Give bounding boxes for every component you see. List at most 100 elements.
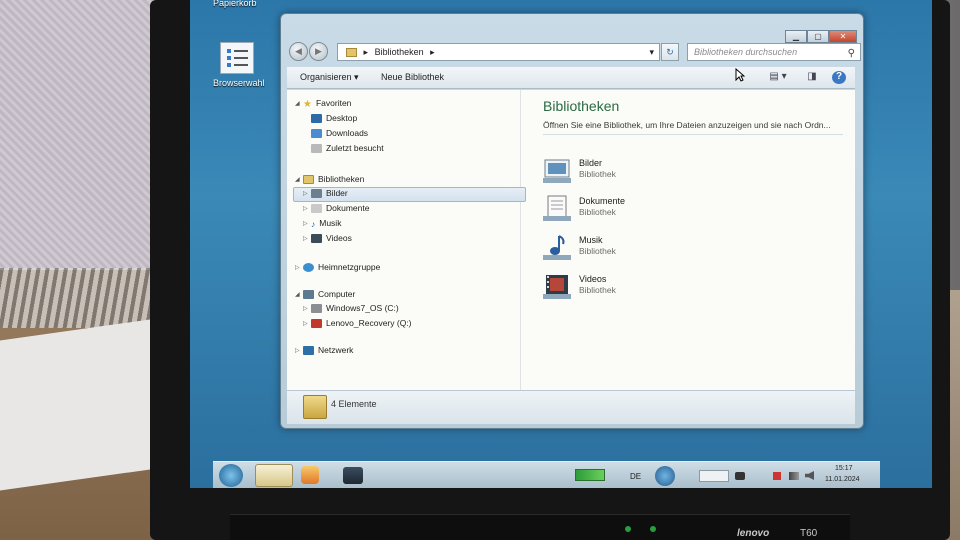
explorer-window: ▁ ▢ ✕ ◀ ▶ ▸ Bibliotheken ▸ ▾ ↻ Bibliothe… [280,13,864,429]
nav-videos-label: Videos [326,233,352,243]
nav-pictures[interactable]: Bilder [311,188,348,199]
collapse-arrow-icon[interactable]: ▷ [295,264,300,271]
library-folder-icon [346,48,357,58]
nav-drive-q[interactable]: Lenovo_Recovery (Q:) [311,318,412,329]
nav-drive-c[interactable]: Windows7_OS (C:) [311,303,399,314]
help-icon[interactable]: ? [832,71,846,84]
taskbar-media-player-button[interactable] [301,466,319,484]
item-count: 4 Elemente [331,399,377,409]
back-button[interactable]: ◀ [289,42,308,61]
refresh-button[interactable]: ↻ [661,43,679,61]
battery-meter-icon[interactable] [575,469,605,481]
library-item-music[interactable]: Musik Bibliothek [541,233,761,267]
nav-desktop[interactable]: Desktop [311,113,358,124]
nav-music[interactable]: ♪ Musik [311,218,342,230]
nav-videos[interactable]: Videos [311,233,352,244]
divider [543,134,843,135]
nav-desktop-label: Desktop [326,113,358,123]
nav-network[interactable]: Netzwerk [303,345,353,356]
nav-music-label: Musik [319,218,342,228]
library-item-videos[interactable]: Videos Bibliothek [541,272,761,306]
libraries-icon [303,175,314,185]
details-pane: 4 Elemente [287,390,855,424]
address-path[interactable]: Bibliotheken [375,47,424,57]
library-name: Bilder [579,158,603,168]
preview-pane-icon[interactable]: ◨ [805,71,819,84]
nav-downloads[interactable]: Downloads [311,128,369,139]
nav-computer[interactable]: Computer [303,289,356,300]
status-led [650,526,656,532]
music-note-icon: ♪ [311,219,316,230]
library-name: Videos [579,274,607,284]
tray-toggle-icon[interactable] [735,472,745,480]
collapse-arrow-icon[interactable]: ▷ [303,320,308,327]
expand-arrow-icon[interactable]: ◢ [295,176,300,183]
expand-arrow-icon[interactable]: ◢ [295,291,300,298]
network-globe-icon[interactable] [655,466,675,486]
nav-recent[interactable]: Zuletzt besucht [311,143,384,154]
nav-recent-label: Zuletzt besucht [326,143,384,153]
nav-favorites[interactable]: ★ Favoriten [303,98,352,111]
library-name: Musik [579,235,603,245]
nav-downloads-label: Downloads [326,128,369,138]
documents-icon [311,204,322,214]
library-item-documents[interactable]: Dokumente Bibliothek [541,194,761,228]
collapse-arrow-icon[interactable]: ▷ [295,347,300,354]
command-bar: Organisieren ▾ Neue Bibliothek ▤ ▾ ◨ ? [287,67,855,89]
address-path-arrow[interactable]: ▸ [430,47,435,57]
organize-button[interactable]: Organisieren ▾ [300,72,359,83]
search-icon[interactable]: ⚲ [848,46,855,62]
nav-homegroup[interactable]: Heimnetzgruppe [303,262,380,273]
collapse-arrow-icon[interactable]: ▷ [303,220,308,227]
brand-logo: lenovo [737,528,770,539]
library-pane: Bibliotheken Öffnen Sie eine Bibliothek,… [523,90,855,390]
volume-icon[interactable] [805,471,814,480]
clock-date[interactable]: 11.01.2024 [825,476,860,483]
search-placeholder: Bibliotheken durchsuchen [694,47,798,57]
content-area: ◢ ★ Favoriten Desktop Downloads Zuletzt b… [287,90,855,390]
paper-sheet [0,319,150,491]
model-label: T60 [800,528,818,539]
status-led [625,526,631,532]
browser-choice-label[interactable]: Browserwahl [213,78,265,88]
language-indicator[interactable]: DE [630,472,641,481]
tray-flag-icon[interactable] [773,472,781,480]
collapse-arrow-icon[interactable]: ▷ [303,305,308,312]
navigation-row: ◀ ▶ ▸ Bibliotheken ▸ ▾ ↻ Bibliotheken du… [287,42,861,64]
view-options-icon[interactable]: ▤ ▾ [765,71,791,84]
pictures-library-icon [543,159,571,183]
nav-drive-q-label: Lenovo_Recovery (Q:) [326,318,412,328]
taskbar-app-button[interactable] [343,467,363,484]
address-bar[interactable]: ▸ Bibliotheken ▸ ▾ [337,43,660,61]
forward-button[interactable]: ▶ [309,42,328,61]
mouse-cursor-icon [735,68,745,82]
clock-time[interactable]: 15:17 [835,465,853,472]
nav-documents[interactable]: Dokumente [311,203,370,214]
library-item-pictures[interactable]: Bilder Bibliothek [541,156,761,190]
tray-signal-icon[interactable] [789,472,799,480]
nav-computer-label: Computer [318,289,356,299]
expand-arrow-icon[interactable]: ◢ [295,100,300,107]
collapse-arrow-icon[interactable]: ▷ [303,235,308,242]
nav-pictures-label: Bilder [326,188,348,198]
taskbar-field[interactable] [699,470,729,482]
library-kind: Bibliothek [579,246,616,256]
nav-favorites-label: Favoriten [315,98,352,108]
nav-libraries[interactable]: Bibliotheken [303,174,365,185]
nav-documents-label: Dokumente [326,203,370,213]
recent-places-icon [311,144,322,154]
collapse-arrow-icon[interactable]: ▷ [303,205,308,212]
start-button[interactable] [219,464,243,487]
pictures-icon [311,189,322,199]
star-icon: ★ [303,99,312,111]
address-dropdown[interactable]: ▾ [649,44,654,60]
documents-library-icon [543,195,571,221]
taskbar-explorer-button[interactable] [255,464,293,487]
new-library-button[interactable]: Neue Bibliothek [381,72,444,82]
recycle-bin-label[interactable]: Papierkorb [213,0,257,8]
address-root-arrow[interactable]: ▸ [364,47,369,57]
browser-choice-icon[interactable] [220,42,254,74]
search-input[interactable]: Bibliotheken durchsuchen ⚲ [687,43,861,61]
nav-libraries-label: Bibliotheken [318,174,365,184]
collapse-arrow-icon[interactable]: ▷ [303,190,308,197]
